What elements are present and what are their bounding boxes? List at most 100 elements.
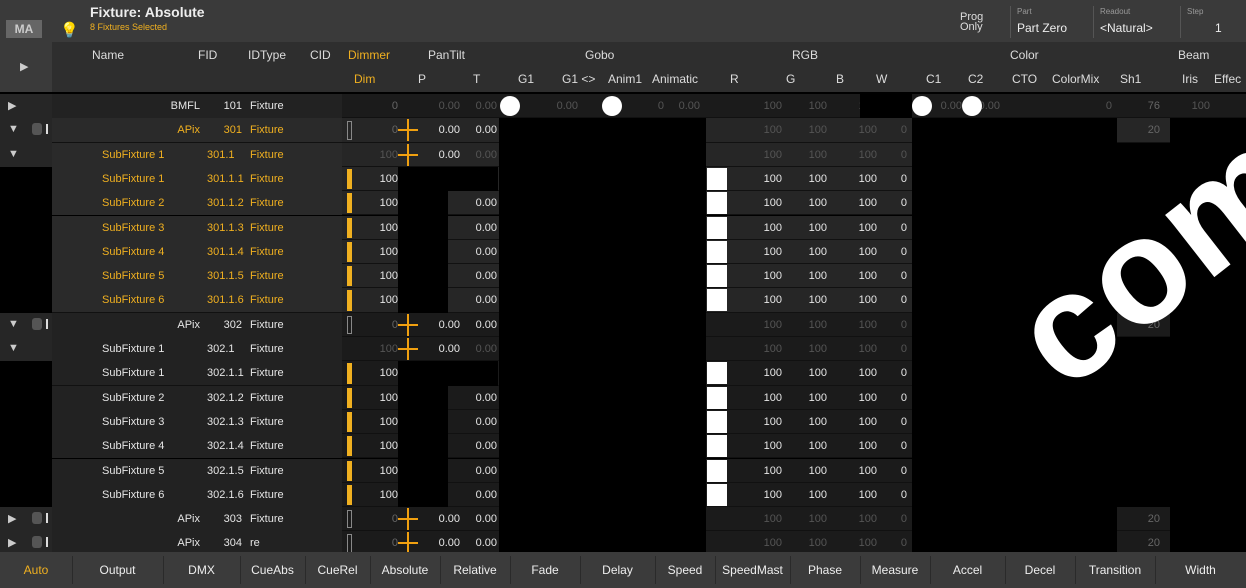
dimmer-level-bar — [347, 217, 352, 238]
gobo-wheel-g1-icon — [500, 96, 520, 116]
attr-b[interactable]: B — [836, 72, 844, 86]
cell-dim: 0 — [391, 124, 398, 137]
attr-g[interactable]: G — [786, 72, 795, 86]
cell-t: 0.00 — [475, 464, 497, 477]
cell-g: 100 — [808, 270, 827, 283]
group-pantilt[interactable]: PanTilt — [428, 48, 465, 62]
cell-id: Fixture — [250, 148, 284, 161]
attr-g1-index[interactable]: G1 <> — [562, 72, 595, 86]
cell-sh: 76 — [1147, 100, 1160, 112]
cell-w: 0 — [900, 488, 907, 501]
attr-anim1[interactable]: Anim1 — [608, 72, 642, 86]
group-dimmer[interactable]: Dimmer — [348, 48, 390, 62]
row-expander — [0, 409, 52, 435]
tab-speed[interactable]: Speed — [655, 556, 716, 584]
tab-accel[interactable]: Accel — [930, 556, 1006, 584]
rgb-color-swatch — [707, 289, 727, 312]
attr-c1[interactable]: C1 — [926, 72, 941, 86]
row-expander[interactable]: ▶ — [0, 507, 52, 532]
table-row[interactable]: BMFL101Fixture00.000.000.0000.0010010010… — [52, 94, 1246, 119]
chevron-down-icon[interactable]: ▼ — [8, 318, 19, 330]
header-expand-button[interactable]: ▶ — [0, 42, 52, 92]
fixture-icon — [32, 512, 42, 525]
cell-g: 100 — [808, 488, 827, 501]
attr-sh1[interactable]: Sh1 — [1120, 72, 1141, 86]
cell-n: SubFixture 1 — [102, 148, 165, 161]
chevron-down-icon[interactable]: ▼ — [8, 148, 19, 160]
dimmer-outline — [347, 510, 352, 529]
tab-decel[interactable]: Decel — [1005, 556, 1076, 584]
cell-w: 0 — [900, 245, 907, 258]
cell-anim: 0 — [657, 100, 664, 112]
attr-dim[interactable]: Dim — [354, 72, 375, 86]
cell-id: Fixture — [250, 367, 284, 380]
cell-r: 100 — [763, 172, 782, 185]
attr-animation[interactable]: Animatic — [652, 72, 708, 86]
attr-g1[interactable]: G1 — [518, 72, 534, 86]
tab-cuerel[interactable]: CueRel — [305, 556, 371, 584]
lightbulb-icon[interactable]: 💡 — [60, 21, 79, 39]
attr-effect[interactable]: Effec — [1214, 72, 1241, 86]
tab-transition[interactable]: Transition — [1075, 556, 1156, 584]
group-beam[interactable]: Beam — [1178, 48, 1209, 62]
attr-p[interactable]: P — [418, 72, 426, 86]
attr-r[interactable]: R — [730, 72, 739, 86]
col-name[interactable]: Name — [92, 48, 124, 62]
pantilt-empty-area — [398, 482, 448, 508]
group-rgb[interactable]: RGB — [792, 48, 818, 62]
chevron-right-icon[interactable]: ▶ — [8, 536, 16, 549]
readout-selector[interactable]: Readout <Natural> — [1093, 6, 1175, 38]
cell-n: SubFixture 5 — [102, 464, 165, 477]
color-wheel-c1-icon — [912, 96, 932, 116]
attr-t[interactable]: T — [473, 72, 480, 86]
pantilt-crosshair-icon — [398, 119, 418, 142]
tab-output[interactable]: Output — [72, 556, 164, 584]
tab-cueabs[interactable]: CueAbs — [240, 556, 306, 584]
attr-w[interactable]: W — [876, 72, 887, 86]
attr-colormix[interactable]: ColorMix — [1052, 72, 1099, 86]
tab-speedmast[interactable]: SpeedMast — [715, 556, 791, 584]
cell-n: SubFixture 2 — [102, 391, 165, 404]
chevron-right-icon[interactable]: ▶ — [8, 512, 16, 525]
chevron-down-icon[interactable]: ▼ — [8, 123, 19, 135]
tab-dmx[interactable]: DMX — [163, 556, 241, 584]
col-fid[interactable]: FID — [198, 48, 217, 62]
col-idtype[interactable]: IDType — [248, 48, 286, 62]
cell-r: 100 — [763, 318, 782, 331]
ma-logo[interactable]: MA — [6, 20, 42, 38]
attr-c2[interactable]: C2 — [968, 72, 983, 86]
tab-delay[interactable]: Delay — [580, 556, 656, 584]
tab-auto[interactable]: Auto — [0, 556, 73, 584]
attribute-tab-bar: Auto Output DMX CueAbs CueRel Absolute Relativ… — [0, 552, 1246, 588]
row-expander[interactable]: ▼ — [0, 142, 52, 167]
row-expander[interactable]: ▼ — [0, 337, 52, 362]
row-expander — [0, 288, 52, 313]
row-expander[interactable]: ▶ — [0, 94, 52, 119]
row-expander[interactable]: ▼ — [0, 312, 52, 337]
attr-iris[interactable]: Iris — [1182, 72, 1198, 86]
gobo-empty-area — [499, 507, 706, 532]
cell-dim: 100 — [379, 488, 398, 501]
chevron-right-icon[interactable]: ▶ — [8, 99, 16, 112]
part-label: Part — [1017, 7, 1032, 16]
tab-width[interactable]: Width — [1155, 556, 1246, 584]
row-expander[interactable]: ▼ — [0, 118, 52, 143]
cell-anim2: 0.00 — [678, 100, 700, 112]
part-selector[interactable]: Part Part Zero — [1010, 6, 1088, 38]
tab-measure[interactable]: Measure — [860, 556, 931, 584]
tab-fade[interactable]: Fade — [510, 556, 581, 584]
pantilt-empty-area — [398, 361, 498, 386]
tab-phase[interactable]: Phase — [790, 556, 861, 584]
attr-cto[interactable]: CTO — [1012, 72, 1037, 86]
gobo-empty-area — [499, 118, 706, 143]
group-gobo[interactable]: Gobo — [585, 48, 614, 62]
step-selector[interactable]: Step 1 — [1180, 6, 1240, 38]
tab-relative[interactable]: Relative — [440, 556, 511, 584]
col-cid[interactable]: CID — [310, 48, 331, 62]
tab-absolute[interactable]: Absolute — [370, 556, 441, 584]
cell-w: 0 — [900, 513, 907, 526]
chevron-down-icon[interactable]: ▼ — [8, 342, 19, 354]
prog-only-toggle[interactable]: Prog Only — [960, 12, 983, 33]
cell-dim: 100 — [379, 148, 398, 161]
group-color[interactable]: Color — [1010, 48, 1039, 62]
